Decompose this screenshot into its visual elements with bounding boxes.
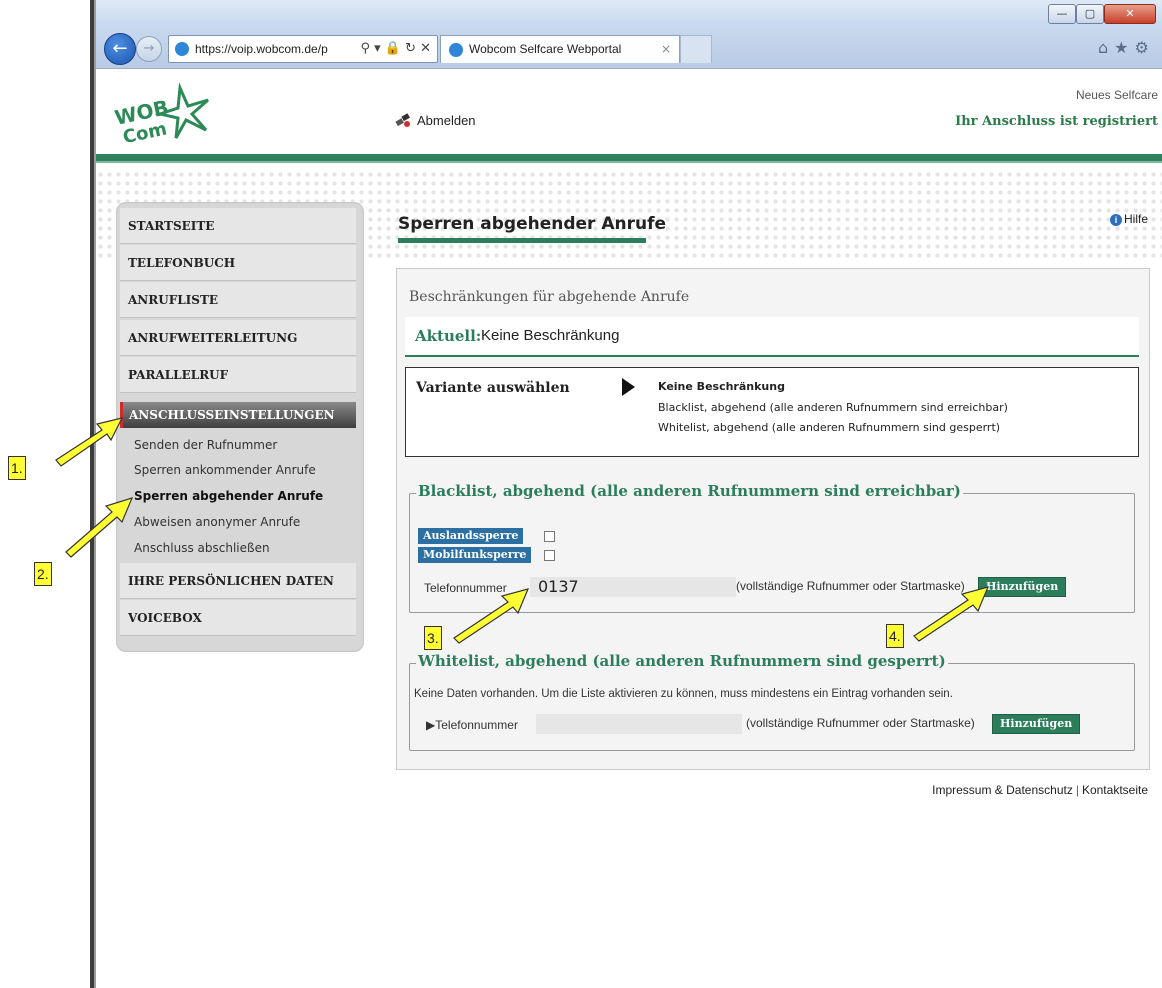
annotation-callout-4: 4. [886,624,904,648]
arrow-3 [453,588,530,644]
annotation-callout-2: 2. [34,562,52,586]
annotation-callout-1: 1. [8,456,26,480]
annotation-arrows [55,417,990,644]
arrow-4 [913,586,990,642]
arrow-2 [65,497,134,558]
annotation-callout-3: 3. [424,626,442,650]
arrow-1 [55,417,124,467]
